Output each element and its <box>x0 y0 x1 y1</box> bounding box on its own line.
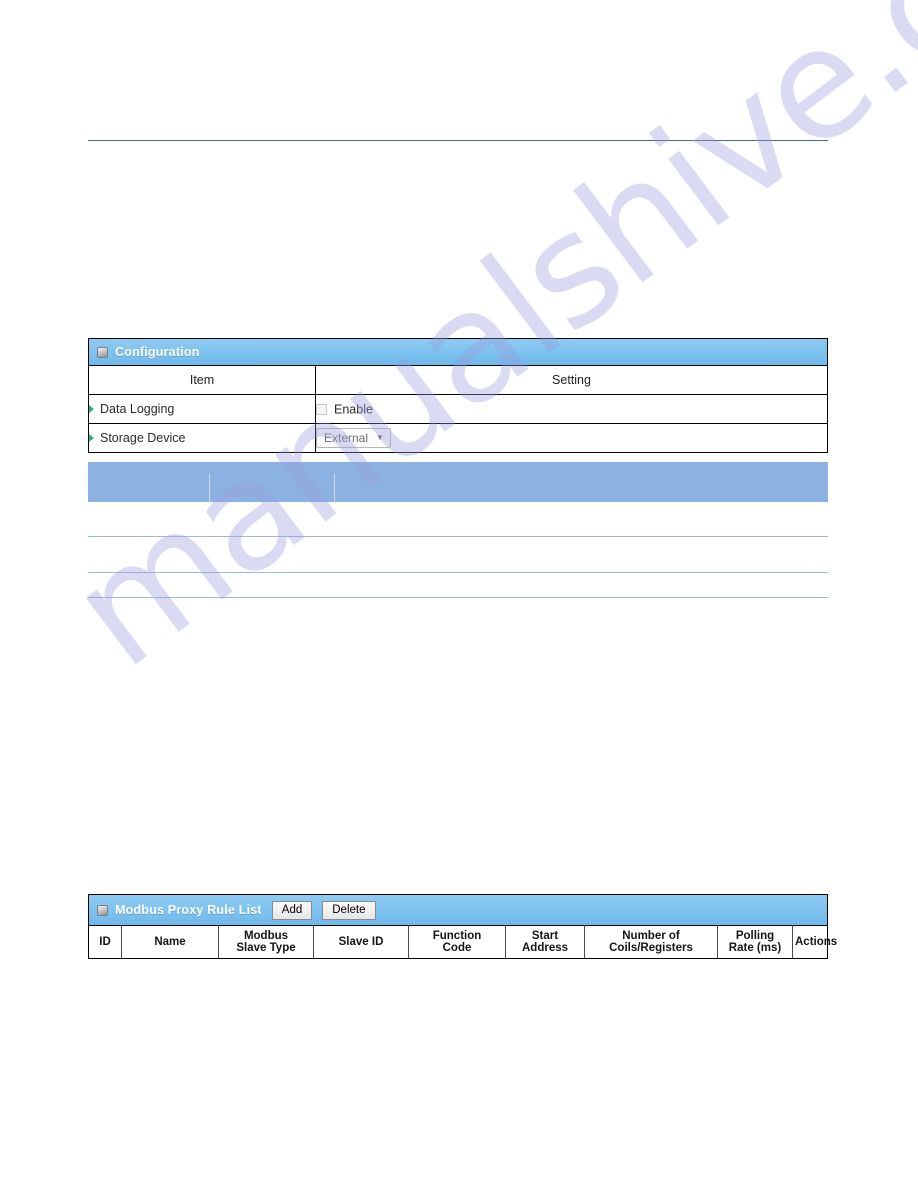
page-header-rule <box>88 140 828 141</box>
table-cell <box>88 502 828 537</box>
table-cell <box>88 536 828 573</box>
table-row: Data Logging Enable <box>89 394 827 424</box>
storage-device-selected-value: External <box>324 431 369 445</box>
column-header-id: ID <box>89 925 122 958</box>
table-row <box>88 502 828 537</box>
data-logging-enable-label: Enable <box>334 402 373 417</box>
table-header-row: Item Setting <box>89 365 827 395</box>
column-header-modbus-slave-type: Modbus Slave Type <box>218 925 314 958</box>
modbus-proxy-rule-table: ID Name Modbus Slave Type Slave ID Funct… <box>89 925 837 958</box>
table-row <box>88 536 828 573</box>
data-logging-enable-checkbox[interactable] <box>316 403 327 415</box>
column-header-polling-rate: Polling Rate (ms) <box>717 925 793 958</box>
document-page: Configuration Item Setting Data Logging … <box>0 0 918 1188</box>
table-row <box>88 572 828 598</box>
column-header-actions: Actions <box>792 925 837 958</box>
configuration-panel: Configuration Item Setting Data Logging … <box>88 338 828 453</box>
window-icon <box>97 346 108 358</box>
table-header-row: ID Name Modbus Slave Type Slave ID Funct… <box>89 925 837 958</box>
column-header-function-code: Function Code <box>408 925 506 958</box>
blank-list-panel <box>88 462 828 598</box>
bullet-arrow-icon <box>89 434 94 442</box>
column-header-number-of-coils-registers: Number of Coils/Registers <box>584 925 718 958</box>
column-header-start-address: Start Address <box>505 925 585 958</box>
chevron-down-icon: ▼ <box>376 433 384 442</box>
row-label-text: Data Logging <box>100 402 175 416</box>
configuration-panel-header: Configuration <box>89 339 827 365</box>
bullet-arrow-icon <box>89 405 94 413</box>
row-label-data-logging: Data Logging <box>89 394 316 424</box>
modbus-proxy-rule-list-panel: Modbus Proxy Rule List Add Delete ID Nam… <box>88 894 837 959</box>
modbus-proxy-rule-list-title: Modbus Proxy Rule List <box>115 903 262 917</box>
row-label-text: Storage Device <box>100 431 186 445</box>
add-button[interactable]: Add <box>271 900 313 920</box>
column-header-slave-id: Slave ID <box>313 925 409 958</box>
column-header-setting: Setting <box>315 365 827 395</box>
configuration-title: Configuration <box>115 345 200 359</box>
row-label-storage-device: Storage Device <box>89 423 316 452</box>
blank-list-table <box>88 502 828 598</box>
column-divider <box>209 474 210 502</box>
column-divider <box>334 474 335 502</box>
configuration-table: Item Setting Data Logging Enable Storage… <box>89 365 827 452</box>
table-cell <box>88 572 828 598</box>
row-value-storage-device: External ▼ <box>315 423 827 452</box>
modbus-proxy-rule-list-header: Modbus Proxy Rule List Add Delete <box>89 895 827 925</box>
delete-button[interactable]: Delete <box>322 900 376 920</box>
table-row: Storage Device External ▼ <box>89 423 827 452</box>
row-value-data-logging: Enable <box>315 394 827 424</box>
storage-device-select[interactable]: External ▼ <box>316 428 391 448</box>
column-header-item: Item <box>89 365 316 395</box>
window-icon <box>97 904 108 916</box>
blank-list-header <box>88 462 828 502</box>
column-header-name: Name <box>121 925 219 958</box>
